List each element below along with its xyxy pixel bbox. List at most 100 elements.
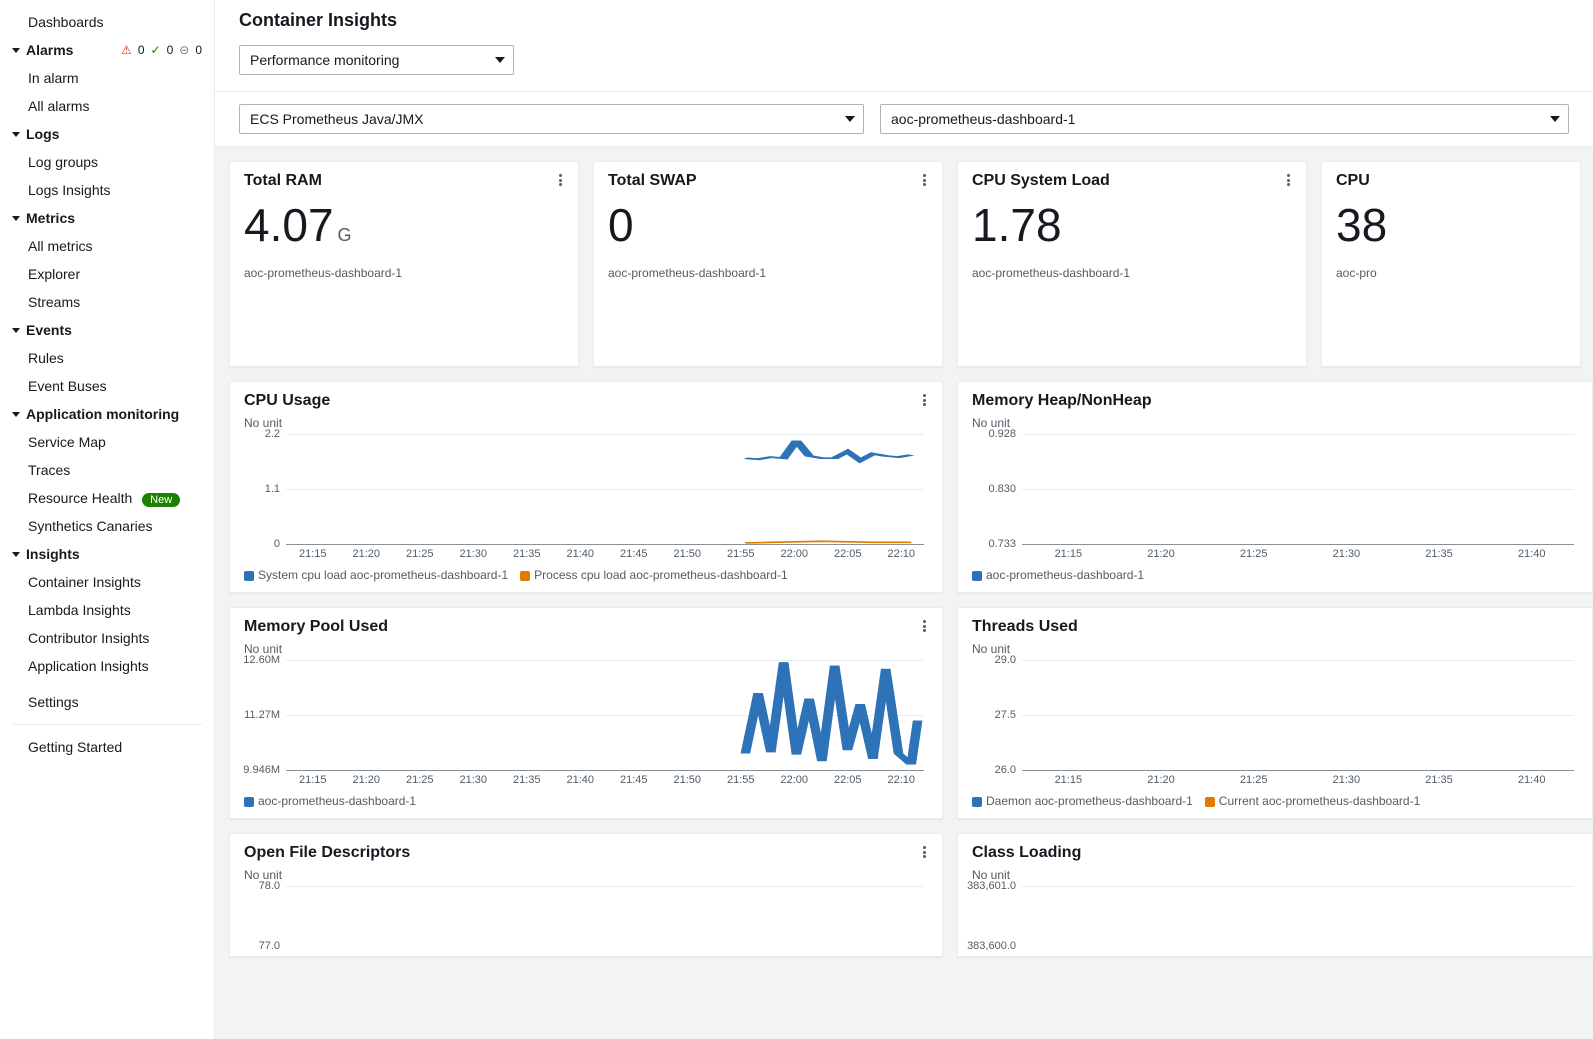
- chart-card-threads: Threads Used No unit 29.0 27.5 26.0 21:1…: [957, 607, 1593, 819]
- metric-card-cpu: CPU 38 aoc-pro: [1321, 161, 1581, 367]
- x-tick: 21:55: [714, 548, 768, 560]
- sidebar-item-settings[interactable]: Settings: [0, 688, 214, 716]
- x-tick: 21:30: [447, 774, 501, 786]
- x-tick: 21:45: [607, 774, 661, 786]
- caret-down-icon: [12, 328, 20, 333]
- x-tick: 21:20: [340, 774, 394, 786]
- x-tick: 21:40: [554, 774, 608, 786]
- legend-swatch: [972, 797, 982, 807]
- sidebar-app-monitoring-label: Application monitoring: [26, 406, 179, 422]
- x-tick: 22:05: [821, 548, 875, 560]
- card-title: CPU: [1336, 172, 1566, 190]
- sidebar-group-alarms[interactable]: Alarms ⚠0 ✓0 ⊝0: [0, 36, 214, 64]
- legend-item: System cpu load aoc-prometheus-dashboard…: [244, 568, 508, 582]
- card-menu-button[interactable]: [916, 392, 932, 408]
- card-menu-button[interactable]: [916, 172, 932, 188]
- caret-down-icon: [12, 132, 20, 137]
- x-tick: 21:15: [1022, 774, 1115, 786]
- sidebar-item-explorer[interactable]: Explorer: [0, 260, 214, 288]
- chart-unit-label: No unit: [972, 642, 1578, 656]
- chart-legend: System cpu load aoc-prometheus-dashboard…: [244, 568, 928, 582]
- line-chart-svg: [286, 434, 924, 544]
- y-tick: 9.946M: [243, 764, 280, 776]
- chart-plot-area: 2.2 1.1 0: [286, 434, 924, 544]
- sidebar-group-app-monitoring[interactable]: Application monitoring: [0, 400, 214, 428]
- y-tick: 27.5: [995, 709, 1016, 721]
- new-badge: New: [142, 493, 180, 507]
- metric-type-selector[interactable]: ECS Prometheus Java/JMX: [239, 104, 864, 134]
- card-menu-button[interactable]: [552, 172, 568, 188]
- y-tick: 0.830: [988, 483, 1016, 495]
- y-tick: 29.0: [995, 654, 1016, 666]
- y-tick: 77.0: [259, 940, 280, 952]
- y-tick: 0.733: [988, 538, 1016, 550]
- card-title: CPU Usage: [244, 392, 928, 410]
- x-tick: 21:30: [1300, 548, 1393, 560]
- resource-health-label: Resource Health: [28, 490, 132, 506]
- sidebar-item-in-alarm[interactable]: In alarm: [0, 64, 214, 92]
- resource-selector[interactable]: aoc-prometheus-dashboard-1: [880, 104, 1569, 134]
- card-title: Total RAM: [244, 172, 564, 190]
- sidebar-group-events[interactable]: Events: [0, 316, 214, 344]
- main-content: Container Insights Performance monitorin…: [215, 0, 1593, 1039]
- sidebar-item-all-metrics[interactable]: All metrics: [0, 232, 214, 260]
- card-menu-button[interactable]: [1280, 172, 1296, 188]
- card-menu-button[interactable]: [916, 844, 932, 860]
- chart-card-cpu-usage: CPU Usage No unit 2.2 1.1 0 21:1521:2021…: [229, 381, 943, 593]
- x-tick: 21:55: [714, 774, 768, 786]
- line-chart-svg: [286, 660, 924, 770]
- page-title: Container Insights: [239, 10, 1569, 31]
- x-tick: 21:40: [554, 548, 608, 560]
- metric-cards-row: Total RAM 4.07G aoc-prometheus-dashboard…: [229, 161, 1593, 367]
- sidebar-item-getting-started[interactable]: Getting Started: [0, 733, 214, 761]
- view-selector[interactable]: Performance monitoring: [239, 45, 514, 75]
- card-title: CPU System Load: [972, 172, 1292, 190]
- sidebar-logs-label: Logs: [26, 126, 59, 142]
- y-tick: 0: [274, 538, 280, 550]
- sidebar-item-log-groups[interactable]: Log groups: [0, 148, 214, 176]
- chart-plot-area: 0.928 0.830 0.733: [1022, 434, 1574, 544]
- x-tick: 22:10: [875, 548, 929, 560]
- y-tick: 78.0: [259, 880, 280, 892]
- metric-number: 38: [1336, 198, 1387, 252]
- x-tick: 21:50: [661, 548, 715, 560]
- caret-down-icon: [12, 412, 20, 417]
- sidebar-item-event-buses[interactable]: Event Buses: [0, 372, 214, 400]
- chart-plot-area: 12.60M 11.27M 9.946M: [286, 660, 924, 770]
- legend-label: aoc-prometheus-dashboard-1: [986, 568, 1144, 582]
- x-axis: 21:1521:2021:2521:3021:3521:40: [1022, 774, 1578, 786]
- caret-down-icon: [12, 216, 20, 221]
- legend-label: Process cpu load aoc-prometheus-dashboar…: [534, 568, 787, 582]
- sidebar-item-container-insights[interactable]: Container Insights: [0, 568, 214, 596]
- chevron-down-icon: [845, 116, 855, 122]
- chart-unit-label: No unit: [972, 416, 1578, 430]
- chart-plot-area: 29.0 27.5 26.0: [1022, 660, 1574, 770]
- y-tick: 1.1: [265, 483, 280, 495]
- sidebar-item-traces[interactable]: Traces: [0, 456, 214, 484]
- x-axis: 21:1521:2021:2521:3021:3521:4021:4521:50…: [286, 774, 928, 786]
- sidebar-item-contributor-insights[interactable]: Contributor Insights: [0, 624, 214, 652]
- sidebar-group-insights[interactable]: Insights: [0, 540, 214, 568]
- sidebar-item-resource-health[interactable]: Resource Health New: [0, 484, 214, 512]
- y-tick: 2.2: [265, 428, 280, 440]
- metric-value: 1.78: [972, 198, 1292, 252]
- sidebar-item-rules[interactable]: Rules: [0, 344, 214, 372]
- sidebar-item-all-alarms[interactable]: All alarms: [0, 92, 214, 120]
- sidebar-item-synthetics[interactable]: Synthetics Canaries: [0, 512, 214, 540]
- dashboard-cards: Total RAM 4.07G aoc-prometheus-dashboard…: [215, 147, 1593, 1039]
- sidebar-item-dashboards[interactable]: Dashboards: [0, 8, 214, 36]
- sidebar-group-metrics[interactable]: Metrics: [0, 204, 214, 232]
- legend-label: aoc-prometheus-dashboard-1: [258, 794, 416, 808]
- sidebar-item-service-map[interactable]: Service Map: [0, 428, 214, 456]
- sidebar-item-lambda-insights[interactable]: Lambda Insights: [0, 596, 214, 624]
- sidebar-item-streams[interactable]: Streams: [0, 288, 214, 316]
- sidebar-group-logs[interactable]: Logs: [0, 120, 214, 148]
- sidebar-item-application-insights[interactable]: Application Insights: [0, 652, 214, 680]
- chart-unit-label: No unit: [972, 868, 1578, 882]
- sidebar-item-logs-insights[interactable]: Logs Insights: [0, 176, 214, 204]
- x-tick: 21:25: [393, 548, 447, 560]
- card-title: Memory Pool Used: [244, 618, 928, 636]
- chart-unit-label: No unit: [244, 868, 928, 882]
- x-tick: 21:20: [1115, 548, 1208, 560]
- card-menu-button[interactable]: [916, 618, 932, 634]
